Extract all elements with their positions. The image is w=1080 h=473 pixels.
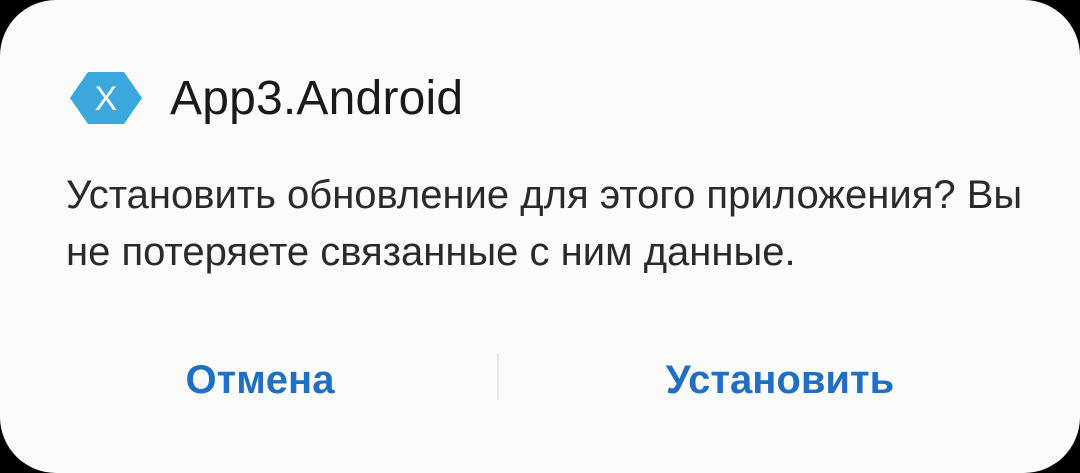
dialog-header: X App3.Android [66, 58, 463, 138]
button-divider [497, 354, 499, 400]
xamarin-logo-icon: X [66, 58, 146, 138]
install-update-dialog: X App3.Android Установить обновление для… [0, 0, 1080, 473]
app-title: App3.Android [170, 71, 464, 125]
svg-text:X: X [95, 80, 118, 118]
cancel-button[interactable]: Отмена [80, 346, 440, 414]
dialog-message: Установить обновление для этого приложен… [66, 173, 1023, 274]
dialog-actions: Отмена Установить [0, 346, 1080, 414]
install-button[interactable]: Установить [560, 346, 1000, 414]
